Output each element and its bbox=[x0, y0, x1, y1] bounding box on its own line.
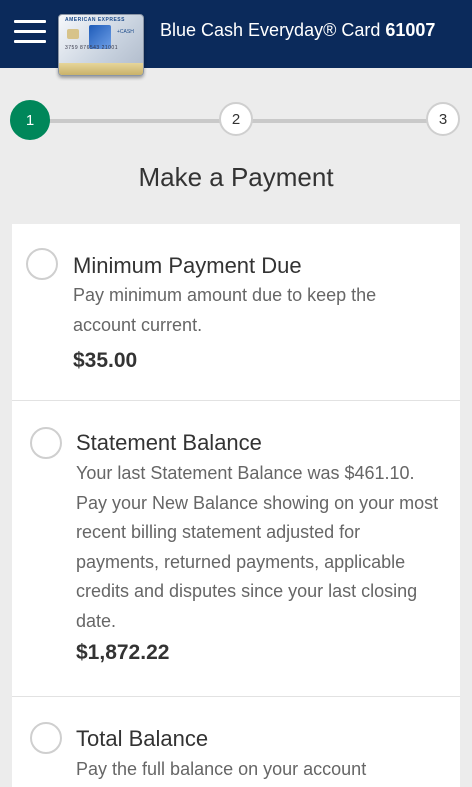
option-statement-balance[interactable]: Statement Balance Your last Statement Ba… bbox=[12, 401, 460, 697]
hamburger-menu-icon[interactable] bbox=[14, 20, 46, 46]
option-title: Statement Balance bbox=[76, 430, 262, 455]
option-amount: $1,872.22 bbox=[76, 641, 170, 664]
minimum-payment-radio[interactable] bbox=[26, 248, 58, 280]
option-title: Minimum Payment Due bbox=[73, 253, 302, 278]
statement-balance-radio[interactable] bbox=[30, 427, 62, 459]
step-3: 3 bbox=[426, 102, 460, 136]
card-brand-text: AMERICAN EXPRESS bbox=[65, 17, 125, 23]
option-total-balance[interactable]: Total Balance Pay the full balance on yo… bbox=[12, 697, 460, 787]
card-chip-icon bbox=[67, 29, 79, 39]
step-2: 2 bbox=[219, 102, 253, 136]
option-description: Pay minimum amount due to keep the accou… bbox=[73, 285, 377, 335]
option-minimum-payment[interactable]: Minimum Payment Due Pay minimum amount d… bbox=[12, 224, 460, 401]
payment-options-panel: Minimum Payment Due Pay minimum amount d… bbox=[12, 224, 460, 787]
option-amount: $35.00 bbox=[73, 349, 138, 372]
option-title: Total Balance bbox=[76, 726, 209, 751]
card-stripe bbox=[59, 63, 143, 75]
option-description: Pay the full balance on your account bbox=[76, 759, 367, 779]
top-bar: AMERICAN EXPRESS +CASH 3759 876543 21001… bbox=[0, 0, 472, 76]
card-title: Blue Cash Everyday® Card 61007 bbox=[160, 20, 435, 41]
card-number: 61007 bbox=[385, 20, 436, 40]
card-number-text: 3759 876543 21001 bbox=[65, 45, 118, 51]
total-balance-radio[interactable] bbox=[30, 722, 62, 754]
card-name: Blue Cash Everyday® Card bbox=[160, 20, 386, 40]
page-title: Make a Payment bbox=[138, 162, 334, 192]
card-image[interactable]: AMERICAN EXPRESS +CASH 3759 876543 21001 bbox=[58, 14, 144, 76]
step-1: 1 bbox=[10, 100, 50, 140]
payment-stepper: 1 2 3 bbox=[10, 100, 462, 140]
option-description: Your last Statement Balance was $461.10.… bbox=[76, 463, 439, 631]
card-cash-text: +CASH bbox=[117, 29, 134, 35]
